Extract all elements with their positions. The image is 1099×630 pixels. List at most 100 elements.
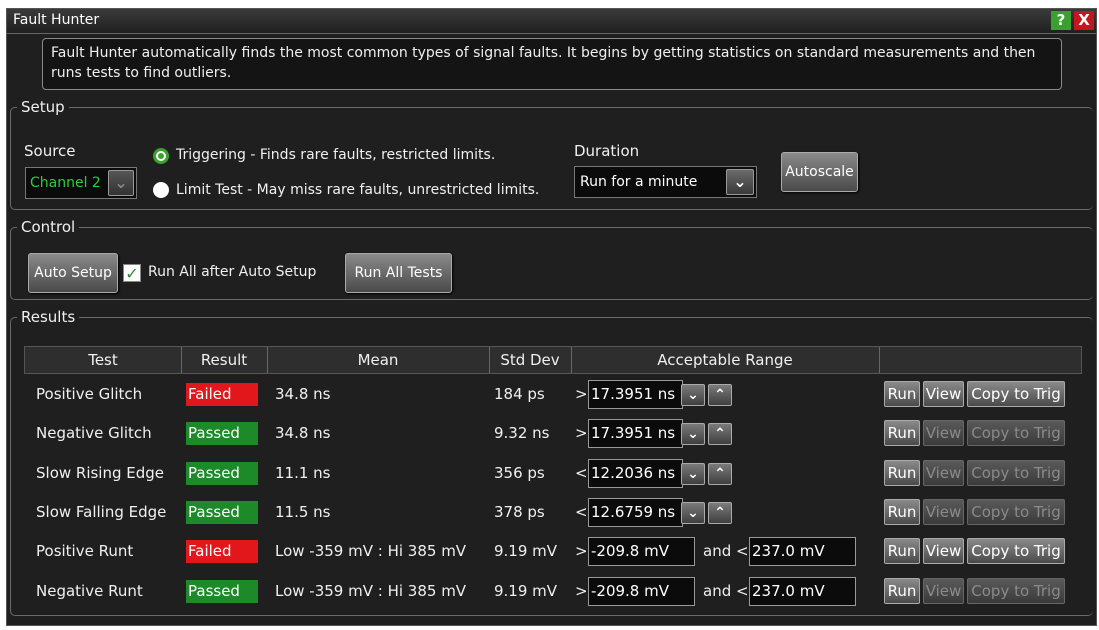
chevron-down-icon[interactable]: ⌄	[108, 170, 134, 196]
std-dev-value: 9.32 ns	[494, 424, 550, 442]
range-comparator: <	[575, 464, 588, 482]
run-button[interactable]: Run	[884, 420, 920, 446]
triggering-radio[interactable]	[153, 148, 169, 164]
mean-value: 34.8 ns	[275, 424, 331, 442]
copy-to-trig-button[interactable]: Copy to Trig	[967, 420, 1065, 446]
range-input[interactable]: 12.2036 ns	[588, 459, 683, 488]
mean-value: 11.1 ns	[275, 464, 331, 482]
view-button[interactable]: View	[923, 460, 964, 486]
mean-value: 34.8 ns	[275, 385, 331, 403]
std-dev-value: 184 ps	[494, 385, 545, 403]
decrease-arrow-icon[interactable]: ⌄	[681, 423, 705, 445]
result-badge: Failed	[186, 540, 258, 563]
range-comparator: >	[575, 385, 588, 403]
mean-value: Low -359 mV : Hi 385 mV	[275, 542, 467, 560]
column-header-std-dev: Std Dev	[489, 347, 572, 373]
result-badge: Passed	[186, 580, 258, 603]
std-dev-value: 378 ps	[494, 503, 545, 521]
mean-value: 11.5 ns	[275, 503, 331, 521]
range-input[interactable]: 12.6759 ns	[588, 498, 683, 527]
range-low-input[interactable]: -209.8 mV	[588, 537, 695, 566]
test-name: Slow Falling Edge	[36, 503, 167, 521]
title-bar: Fault Hunter ? X	[7, 9, 1096, 34]
test-name: Positive Runt	[36, 542, 134, 560]
help-icon[interactable]: ?	[1051, 11, 1071, 30]
duration-select[interactable]: Run for a minute ⌄	[574, 166, 757, 198]
result-badge: Passed	[186, 501, 258, 524]
decrease-arrow-icon[interactable]: ⌄	[681, 502, 705, 524]
table-row: Slow Rising Edge Passed 11.1 ns 356 ps <12.2…	[24, 454, 1082, 493]
std-dev-value: 9.19 mV	[494, 582, 558, 600]
test-name: Negative Runt	[36, 582, 143, 600]
column-header-result: Result	[181, 347, 268, 373]
view-button[interactable]: View	[923, 381, 964, 407]
limit-test-radio[interactable]	[153, 182, 169, 198]
result-badge: Failed	[186, 383, 258, 406]
column-header-test: Test	[25, 347, 182, 373]
limit-test-label: Limit Test - May miss rare faults, unres…	[176, 182, 540, 198]
view-button[interactable]: View	[923, 538, 964, 564]
table-row: Negative Glitch Passed 34.8 ns 9.32 ns >17.3…	[24, 414, 1082, 453]
decrease-arrow-icon[interactable]: ⌄	[681, 463, 705, 485]
test-name: Positive Glitch	[36, 385, 143, 403]
window-title: Fault Hunter	[13, 12, 100, 28]
run-button[interactable]: Run	[884, 499, 920, 525]
duration-label: Duration	[574, 142, 640, 160]
autoscale-button[interactable]: Autoscale	[781, 152, 858, 192]
range-input[interactable]: 17.3951 ns	[588, 380, 683, 409]
range-high-input[interactable]: 237.0 mV	[749, 537, 856, 566]
setup-legend: Setup	[21, 98, 65, 116]
triggering-label: Triggering - Finds rare faults, restrict…	[176, 147, 496, 163]
range-input[interactable]: 17.3951 ns	[588, 419, 683, 448]
results-legend: Results	[21, 308, 76, 326]
chevron-down-icon[interactable]: ⌄	[726, 169, 754, 195]
std-dev-value: 9.19 mV	[494, 542, 558, 560]
column-header-acceptable-range: Acceptable Range	[571, 347, 880, 373]
duration-value: Run for a minute	[580, 174, 698, 190]
close-icon[interactable]: X	[1074, 11, 1094, 30]
std-dev-value: 356 ps	[494, 464, 545, 482]
auto-setup-button[interactable]: Auto Setup	[28, 253, 118, 293]
range-comparator: >	[575, 424, 588, 442]
increase-arrow-icon[interactable]: ⌃	[708, 423, 732, 445]
view-button[interactable]: View	[923, 420, 964, 446]
run-all-tests-button[interactable]: Run All Tests	[345, 253, 452, 293]
decrease-arrow-icon[interactable]: ⌄	[681, 384, 705, 406]
and-label: and <	[703, 582, 749, 600]
column-header-mean: Mean	[267, 347, 490, 373]
table-row: Negative Runt Passed Low -359 mV : Hi 385 …	[24, 572, 1082, 611]
increase-arrow-icon[interactable]: ⌃	[708, 502, 732, 524]
setup-group: Setup	[10, 98, 1093, 210]
table-row: Positive Glitch Failed 34.8 ns 184 ps >17.39…	[24, 375, 1082, 414]
source-label: Source	[24, 142, 76, 160]
result-badge: Passed	[186, 462, 258, 485]
range-comparator: >	[575, 542, 588, 560]
test-name: Negative Glitch	[36, 424, 152, 442]
increase-arrow-icon[interactable]: ⌃	[708, 463, 732, 485]
view-button[interactable]: View	[923, 578, 964, 604]
copy-to-trig-button[interactable]: Copy to Trig	[967, 460, 1065, 486]
run-button[interactable]: Run	[884, 381, 920, 407]
range-low-input[interactable]: -209.8 mV	[588, 577, 695, 606]
run-button[interactable]: Run	[884, 578, 920, 604]
increase-arrow-icon[interactable]: ⌃	[708, 384, 732, 406]
range-high-input[interactable]: 237.0 mV	[749, 577, 856, 606]
run-button[interactable]: Run	[884, 460, 920, 486]
column-header-actions	[879, 347, 1081, 373]
mean-value: Low -359 mV : Hi 385 mV	[275, 582, 467, 600]
and-label: and <	[703, 542, 749, 560]
view-button[interactable]: View	[923, 499, 964, 525]
run-button[interactable]: Run	[884, 538, 920, 564]
copy-to-trig-button[interactable]: Copy to Trig	[967, 578, 1065, 604]
description-text: Fault Hunter automatically finds the mos…	[42, 38, 1062, 90]
source-value: Channel 2	[30, 175, 101, 191]
range-comparator: >	[575, 582, 588, 600]
results-table-header: Test Result Mean Std Dev Acceptable Rang…	[24, 346, 1082, 374]
run-all-after-checkbox[interactable]: ✓	[123, 264, 141, 283]
result-badge: Passed	[186, 422, 258, 445]
copy-to-trig-button[interactable]: Copy to Trig	[967, 499, 1065, 525]
source-select[interactable]: Channel 2 ⌄	[25, 167, 137, 199]
copy-to-trig-button[interactable]: Copy to Trig	[967, 381, 1065, 407]
range-comparator: <	[575, 503, 588, 521]
copy-to-trig-button[interactable]: Copy to Trig	[967, 538, 1065, 564]
